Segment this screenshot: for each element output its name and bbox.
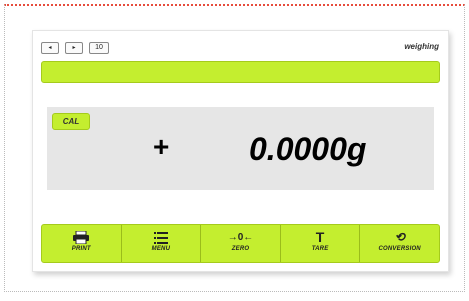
- back-arrow-icon: ◂: [48, 45, 52, 51]
- zero-arrows-icon: →0←: [227, 232, 254, 243]
- status-bar: ◂ ▸ 10 weighing: [41, 41, 441, 55]
- count-button[interactable]: 10: [89, 42, 109, 54]
- function-toolbar: PRINT MENU →0← ZERO T TARE ⟲ CONVERSION: [41, 224, 440, 263]
- message-bar: [41, 61, 440, 83]
- forward-arrow-icon: ▸: [72, 45, 76, 51]
- conversion-button[interactable]: ⟲ CONVERSION: [360, 225, 439, 262]
- print-label: PRINT: [71, 246, 91, 252]
- zero-button[interactable]: →0← ZERO: [201, 225, 281, 262]
- zero-label: ZERO: [231, 246, 250, 252]
- tare-button[interactable]: T TARE: [281, 225, 361, 262]
- cal-button[interactable]: CAL: [52, 113, 90, 130]
- print-button[interactable]: PRINT: [42, 225, 122, 262]
- weight-value: 0.0000g: [249, 131, 367, 167]
- mode-label: weighing: [404, 42, 439, 51]
- tare-label: TARE: [311, 246, 329, 252]
- tare-icon: T: [315, 229, 325, 245]
- conversion-label: CONVERSION: [378, 246, 421, 252]
- printer-icon: [42, 229, 121, 246]
- menu-button[interactable]: MENU: [122, 225, 202, 262]
- forward-button[interactable]: ▸: [65, 42, 83, 54]
- weight-display: CAL + 0.0000g: [47, 107, 434, 190]
- conversion-icon: ⟲: [394, 230, 405, 244]
- weight-sign: +: [153, 131, 170, 162]
- back-button[interactable]: ◂: [41, 42, 59, 54]
- balance-screen: ◂ ▸ 10 weighing CAL + 0.0000g PRINT MENU…: [32, 30, 449, 272]
- menu-list-icon: [122, 229, 201, 246]
- menu-label: MENU: [151, 246, 171, 252]
